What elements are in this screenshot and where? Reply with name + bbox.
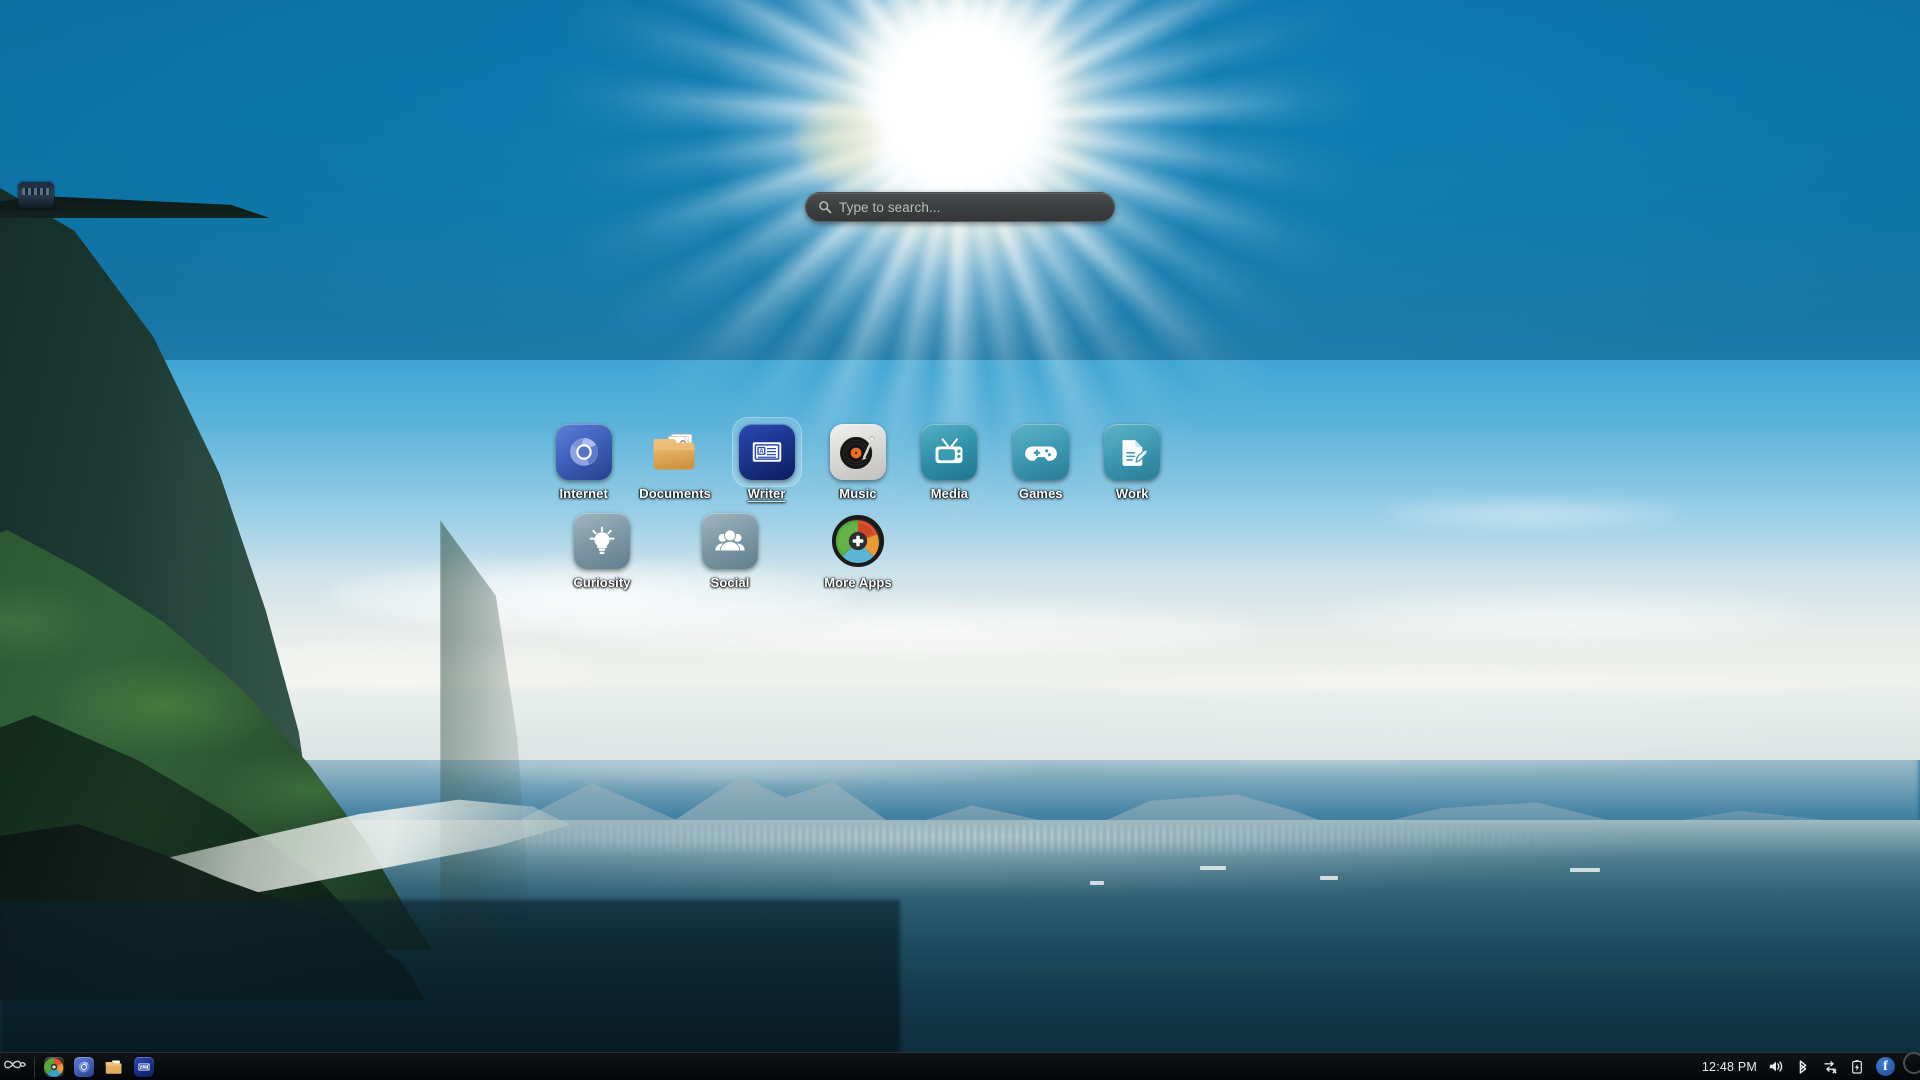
- taskbar-left-group: [0, 1053, 159, 1080]
- app-media[interactable]: Media: [904, 418, 995, 507]
- gamepad-icon: [1013, 424, 1069, 480]
- system-tray: 12:48 PM: [1702, 1053, 1920, 1080]
- people-group-icon: [702, 513, 758, 569]
- chromium-browser-icon: [74, 1057, 94, 1077]
- clock[interactable]: 12:48 PM: [1702, 1060, 1757, 1074]
- taskbar: 12:48 PM: [0, 1052, 1920, 1080]
- facebook-icon[interactable]: f: [1876, 1057, 1895, 1076]
- app-label: Music: [812, 486, 903, 501]
- app-label: Internet: [538, 486, 629, 501]
- wallpaper-boat: [1090, 881, 1104, 885]
- app-writer[interactable]: A Writer: [721, 418, 812, 507]
- search-bar[interactable]: [805, 192, 1115, 222]
- launcher-row: Internet: [538, 418, 1178, 507]
- app-label: More Apps: [794, 575, 922, 590]
- wallpaper-boat: [1320, 876, 1338, 880]
- wallpaper-cloud: [1380, 498, 1680, 528]
- app-label: Curiosity: [538, 575, 666, 590]
- turntable-icon: [830, 424, 886, 480]
- app-more-apps[interactable]: More Apps: [794, 507, 922, 596]
- sun-core: [860, 0, 1060, 185]
- wallpaper-cloud: [1330, 590, 1810, 642]
- taskbar-app-internet[interactable]: [69, 1053, 99, 1080]
- mageia-menu-button[interactable]: [0, 1053, 30, 1080]
- wallpaper-cloud: [560, 600, 1260, 658]
- taskbar-app-writer[interactable]: [129, 1053, 159, 1080]
- app-icon-wrapper: [556, 424, 612, 480]
- app-icon-wrapper: A: [739, 424, 795, 480]
- network-disconnected-icon[interactable]: [1822, 1059, 1838, 1075]
- app-label: Documents: [629, 486, 720, 501]
- app-curiosity[interactable]: Curiosity: [538, 507, 666, 596]
- wallpaper-water-shadow: [0, 900, 900, 1065]
- app-icon-wrapper: [647, 424, 703, 480]
- app-social[interactable]: Social: [666, 507, 794, 596]
- app-icon-wrapper: [574, 513, 630, 569]
- tray-partial-icon[interactable]: [1903, 1052, 1920, 1074]
- app-icon-wrapper: [702, 513, 758, 569]
- app-label: Work: [1087, 486, 1178, 501]
- app-internet[interactable]: Internet: [538, 418, 629, 507]
- search-icon: [818, 200, 832, 214]
- app-work[interactable]: Work: [1087, 418, 1178, 507]
- television-icon: [921, 424, 977, 480]
- launcher-row: Curiosity Social: [538, 507, 1178, 596]
- app-label: Social: [666, 575, 794, 590]
- app-icon-wrapper: [830, 424, 886, 480]
- folder-documents-icon: [647, 424, 703, 480]
- app-icon-wrapper: [1013, 424, 1069, 480]
- libreoffice-writer-icon: [134, 1057, 154, 1077]
- wallpaper-sea-glitter: [400, 822, 1600, 860]
- mageia-ribbon-icon: [2, 1057, 28, 1077]
- taskbar-app-files[interactable]: [99, 1053, 129, 1080]
- taskbar-separator: [34, 1057, 35, 1077]
- app-label: Games: [995, 486, 1086, 501]
- search-input[interactable]: [839, 200, 1102, 215]
- app-icon-wrapper: [921, 424, 977, 480]
- svg-text:A: A: [759, 449, 764, 455]
- more-apps-wheel-icon: [830, 513, 886, 569]
- tray-overflow-region: [1906, 1058, 1914, 1076]
- lens-flare-icon: [795, 100, 883, 182]
- battery-icon[interactable]: [1849, 1059, 1865, 1075]
- chromium-browser-icon: [556, 424, 612, 480]
- volume-icon[interactable]: [1768, 1059, 1784, 1075]
- app-music[interactable]: Music: [812, 418, 903, 507]
- app-launcher-grid: Internet: [538, 418, 1178, 596]
- wallpaper-boat: [1200, 866, 1226, 870]
- more-apps-wheel-icon: [44, 1057, 64, 1077]
- libreoffice-writer-icon: A: [739, 424, 795, 480]
- wallpaper-cablecar: [18, 182, 54, 208]
- app-icon-wrapper: [1104, 424, 1160, 480]
- app-label: Media: [904, 486, 995, 501]
- lightbulb-icon: [574, 513, 630, 569]
- bluetooth-icon[interactable]: [1795, 1059, 1811, 1075]
- app-games[interactable]: Games: [995, 418, 1086, 507]
- wallpaper-boat: [1570, 868, 1600, 872]
- app-label: Writer: [721, 486, 812, 501]
- taskbar-app-more-apps[interactable]: [39, 1053, 69, 1080]
- document-pencil-icon: [1104, 424, 1160, 480]
- folder-documents-icon: [104, 1057, 124, 1077]
- app-documents[interactable]: Documents: [629, 418, 720, 507]
- app-icon-wrapper: [830, 513, 886, 569]
